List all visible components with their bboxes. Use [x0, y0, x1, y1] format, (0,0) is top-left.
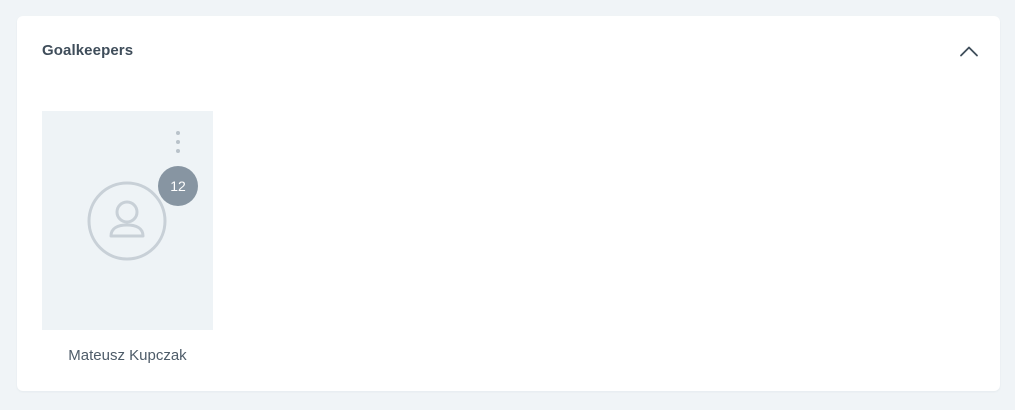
chevron-up-icon — [960, 46, 978, 57]
section-title: Goalkeepers — [42, 42, 134, 59]
collapse-button[interactable] — [957, 40, 981, 62]
shirt-number-badge: 12 — [158, 166, 198, 206]
player-menu-button[interactable] — [168, 129, 188, 155]
user-placeholder-icon — [87, 181, 167, 261]
more-vertical-icon — [176, 131, 180, 153]
player-card[interactable]: 12 — [42, 111, 213, 330]
goalkeepers-panel: Goalkeepers 12 Mateusz Kupczak — [17, 16, 1000, 391]
player-name[interactable]: Mateusz Kupczak — [42, 347, 213, 364]
